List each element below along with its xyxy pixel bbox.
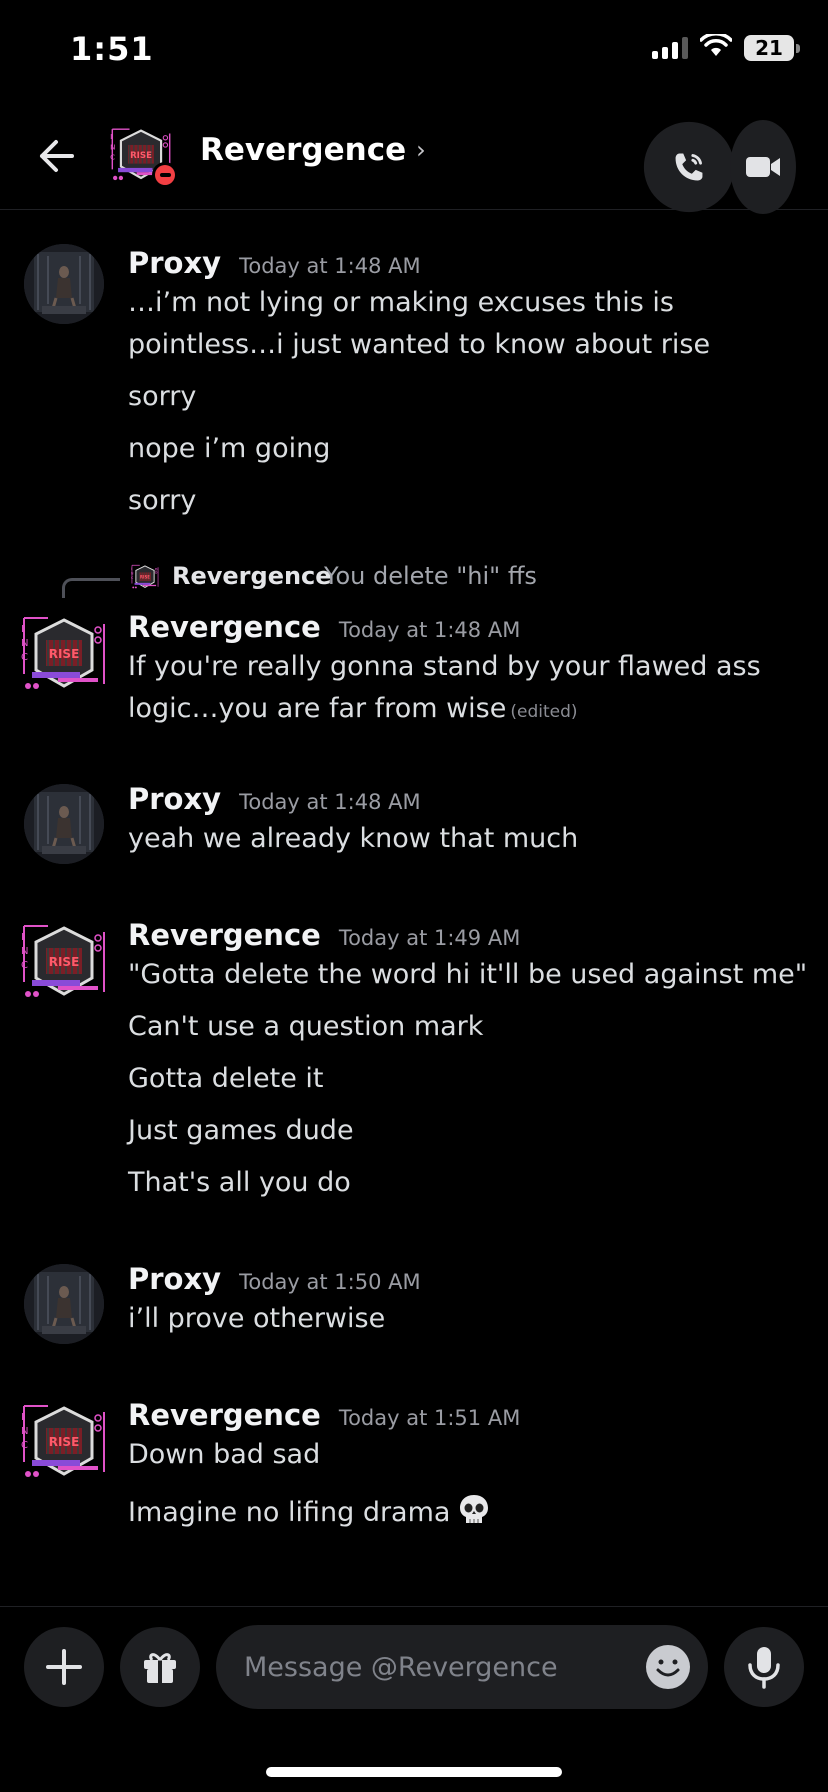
chat-header: Revergence › [0, 100, 828, 214]
message-text[interactable]: Just games dude [128, 1110, 354, 1152]
video-camera-icon [746, 157, 780, 177]
emoji-button[interactable] [646, 1645, 690, 1689]
avatar[interactable] [16, 612, 112, 696]
message-header: Proxy Today at 1:48 AM [128, 782, 421, 816]
message-input[interactable] [244, 1643, 624, 1691]
message-text[interactable]: …i’m not lying or making excuses this is [128, 282, 674, 324]
composer-bar [0, 1606, 828, 1792]
reply-reference[interactable]: Revergence You delete "hi" ffs [0, 558, 828, 598]
message-header: Revergence Today at 1:49 AM [128, 918, 520, 952]
battery-icon: 21 [744, 35, 800, 61]
video-call-button[interactable] [730, 120, 796, 214]
message-text[interactable]: sorry [128, 480, 196, 522]
attach-button[interactable] [24, 1627, 104, 1707]
message-text[interactable]: sorry [128, 376, 196, 418]
avatar[interactable] [24, 1264, 104, 1344]
channel-title[interactable]: Revergence › [200, 132, 426, 168]
author-name[interactable]: Revergence [128, 918, 321, 952]
channel-name: Revergence [200, 132, 407, 168]
message-text[interactable]: Can't use a question mark [128, 1006, 483, 1048]
message-text: Imagine no lifing drama [128, 1497, 451, 1528]
message-text[interactable]: i’ll prove otherwise [128, 1298, 385, 1340]
author-name[interactable]: Revergence [128, 1398, 321, 1432]
message-text: logic…you are far from wise [128, 693, 507, 724]
back-button[interactable] [28, 128, 84, 184]
plus-icon [46, 1649, 82, 1685]
message-text-block[interactable]: Imagine no lifing drama [128, 1492, 490, 1534]
timestamp: Today at 1:51 AM [338, 1406, 521, 1430]
microphone-icon [748, 1647, 780, 1689]
home-indicator[interactable] [266, 1767, 562, 1777]
timestamp: Today at 1:48 AM [239, 254, 421, 278]
back-arrow-icon [40, 140, 74, 172]
voice-call-button[interactable] [643, 121, 735, 213]
author-name[interactable]: Revergence [128, 610, 321, 644]
message-text-block[interactable]: logic…you are far from wise (edited) [128, 688, 578, 733]
message-text[interactable]: That's all you do [128, 1162, 351, 1204]
gift-button[interactable] [120, 1627, 200, 1707]
message-text[interactable]: "Gotta delete the word hi it'll be used … [128, 954, 807, 996]
voice-message-button[interactable] [724, 1627, 804, 1707]
timestamp: Today at 1:49 AM [338, 926, 521, 950]
status-time: 1:51 [70, 30, 154, 68]
message-text[interactable]: If you're really gonna stand by your fla… [128, 646, 761, 688]
message-header: Proxy Today at 1:48 AM [128, 246, 421, 280]
reply-avatar [129, 562, 161, 592]
author-name[interactable]: Proxy [128, 246, 221, 280]
edited-label: (edited) [510, 702, 578, 722]
message-input-container[interactable] [216, 1625, 708, 1709]
gift-icon [144, 1653, 176, 1683]
skull-emoji [460, 1495, 489, 1523]
avatar[interactable] [16, 920, 112, 1004]
phone-icon [675, 153, 703, 181]
message-text[interactable]: pointless…i just wanted to know about ri… [128, 324, 710, 366]
timestamp: Today at 1:48 AM [338, 618, 521, 642]
message-text[interactable]: nope i’m going [128, 428, 330, 470]
status-bar: 1:51 21 [0, 0, 828, 100]
message-text[interactable]: Down bad sad [128, 1434, 320, 1476]
chevron-right-icon: › [416, 136, 426, 164]
timestamp: Today at 1:50 AM [239, 1270, 421, 1294]
emoji-icon [648, 1647, 688, 1687]
author-name[interactable]: Proxy [128, 782, 221, 816]
avatar[interactable] [24, 244, 104, 324]
reply-author: Revergence [172, 562, 332, 590]
avatar[interactable] [24, 784, 104, 864]
author-name[interactable]: Proxy [128, 1262, 221, 1296]
dnd-status-icon [152, 162, 178, 188]
message-header: Revergence Today at 1:48 AM [128, 610, 520, 644]
message-text[interactable]: yeah we already know that much [128, 818, 578, 860]
reply-spine [62, 578, 120, 598]
message-text[interactable]: Gotta delete it [128, 1058, 323, 1100]
cellular-signal-icon [652, 37, 688, 59]
wifi-icon [699, 32, 733, 62]
status-icons: 21 [652, 32, 800, 62]
avatar[interactable] [16, 1400, 112, 1484]
timestamp: Today at 1:48 AM [239, 790, 421, 814]
message-header: Proxy Today at 1:50 AM [128, 1262, 421, 1296]
message-header: Revergence Today at 1:51 AM [128, 1398, 520, 1432]
reply-text: You delete "hi" ffs [324, 562, 537, 590]
